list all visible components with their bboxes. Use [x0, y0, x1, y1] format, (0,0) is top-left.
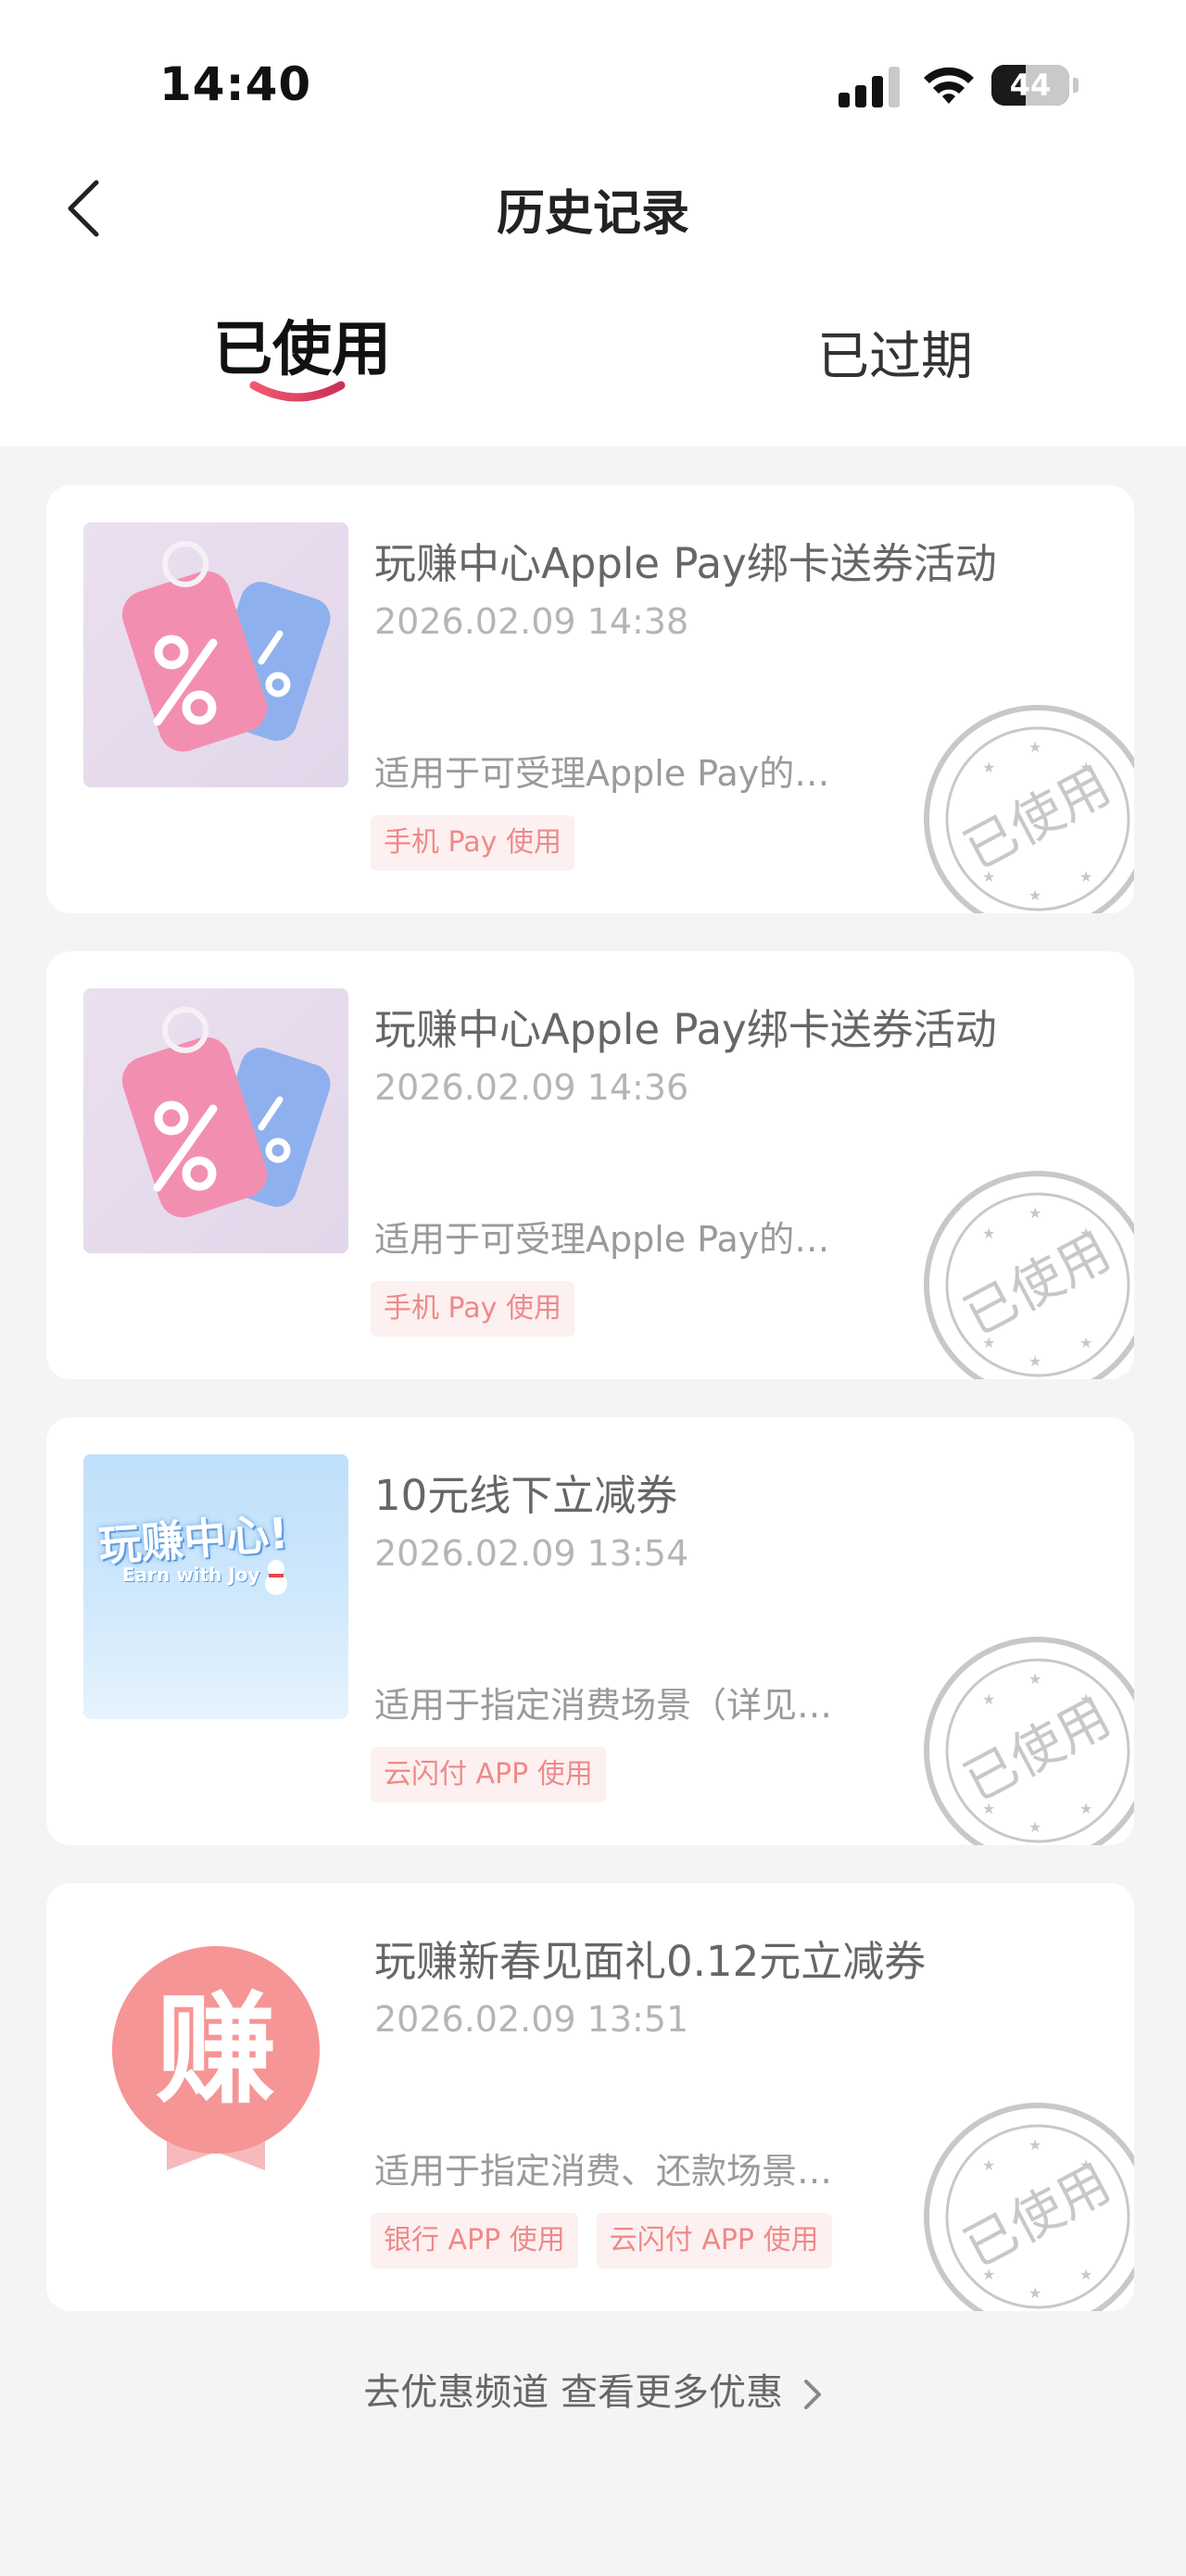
coupon-desc: 适用于指定消费、还款场景…	[374, 2151, 833, 2192]
svg-text:★: ★	[1028, 1204, 1041, 1222]
battery-icon: 44	[991, 65, 1069, 106]
earn-center-banner: 玩赚中心! Earn with Joy	[83, 1454, 348, 1719]
tab-expired[interactable]: 已过期	[817, 315, 973, 390]
coupon-card[interactable]: 赚 玩赚新春见面礼0.12元立减券 2026.02.09 13:51 适用于指定…	[46, 1883, 1134, 2311]
coupon-title: 玩赚新春见面礼0.12元立减券	[374, 1937, 927, 1986]
coupon-time: 2026.02.09 13:51	[374, 1999, 689, 2040]
cellular-signal-icon	[839, 67, 913, 107]
tab-active-indicator	[249, 381, 346, 402]
battery-level: 44	[1009, 68, 1052, 103]
stamp-text: 已使用	[954, 2153, 1120, 2279]
page-title: 历史记录	[496, 186, 689, 242]
usage-tag: 手机 Pay 使用	[371, 815, 574, 871]
used-stamp-icon: ★★ ★★★ ★ 已使用	[924, 2103, 1134, 2311]
svg-text:★: ★	[982, 759, 995, 776]
coupon-time: 2026.02.09 13:54	[374, 1533, 689, 1574]
svg-text:★: ★	[1028, 2136, 1041, 2154]
coupon-desc: 适用于可受理Apple Pay的…	[374, 1219, 830, 1260]
usage-tag: 手机 Pay 使用	[371, 1281, 574, 1337]
svg-text:★: ★	[1028, 1670, 1041, 1688]
svg-text:★: ★	[1079, 1800, 1092, 1817]
badge-char: 赚	[155, 1979, 276, 2120]
svg-text:★: ★	[1028, 2284, 1041, 2302]
status-time: 14:40	[159, 57, 312, 111]
coupon-time: 2026.02.09 14:38	[374, 601, 689, 642]
svg-text:★: ★	[1079, 1334, 1092, 1351]
discount-tag-icon	[83, 988, 348, 1253]
coupon-title: 玩赚中心Apple Pay绑卡送券活动	[374, 1005, 997, 1054]
svg-text:★: ★	[982, 1225, 995, 1242]
coupon-time: 2026.02.09 14:36	[374, 1067, 689, 1108]
tab-used[interactable]: 已使用	[213, 302, 391, 387]
used-stamp-icon: ★★ ★★★ ★ 已使用	[924, 1637, 1134, 1845]
coupon-title: 10元线下立减券	[374, 1471, 678, 1520]
coupon-desc: 适用于可受理Apple Pay的…	[374, 753, 830, 794]
usage-tag: 银行 APP 使用	[371, 2213, 578, 2268]
coupon-card[interactable]: 玩赚中心Apple Pay绑卡送券活动 2026.02.09 14:38 适用于…	[46, 485, 1134, 913]
svg-text:★: ★	[1028, 886, 1041, 904]
snowman-icon	[265, 1560, 287, 1595]
wifi-icon	[924, 67, 974, 104]
svg-text:★: ★	[982, 2156, 995, 2174]
used-stamp-icon: ★★ ★★★ ★ 已使用	[924, 705, 1134, 913]
chevron-right-icon	[803, 2380, 821, 2409]
stamp-text: 已使用	[954, 755, 1120, 881]
coupon-title: 玩赚中心Apple Pay绑卡送券活动	[374, 539, 997, 588]
banner-subtitle: Earn with Joy	[122, 1564, 260, 1586]
usage-tag: 云闪付 APP 使用	[371, 1747, 606, 1803]
usage-tag: 云闪付 APP 使用	[596, 2213, 832, 2268]
discount-tag-icon	[83, 522, 348, 787]
stamp-text: 已使用	[954, 1687, 1120, 1813]
more-offers-label: 去优惠频道 查看更多优惠	[363, 2371, 783, 2414]
coupon-card[interactable]: 玩赚中心Apple Pay绑卡送券活动 2026.02.09 14:36 适用于…	[46, 951, 1134, 1379]
svg-text:★: ★	[1079, 868, 1092, 886]
coupon-desc: 适用于指定消费场景（详见…	[374, 1685, 833, 1726]
more-offers-link[interactable]: 去优惠频道 查看更多优惠	[0, 2362, 1186, 2416]
svg-text:★: ★	[1028, 1352, 1041, 1370]
used-stamp-icon: ★★ ★★★ ★ 已使用	[924, 1171, 1134, 1379]
coupon-card[interactable]: 玩赚中心! Earn with Joy 10元线下立减券 2026.02.09 …	[46, 1417, 1134, 1845]
svg-text:★: ★	[1079, 2266, 1092, 2283]
svg-text:★: ★	[982, 1690, 995, 1708]
earn-badge-icon: 赚	[83, 1920, 348, 2185]
stamp-text: 已使用	[954, 1221, 1120, 1347]
svg-text:★: ★	[1028, 738, 1041, 756]
battery-tip	[1073, 78, 1079, 93]
svg-text:★: ★	[1028, 1818, 1041, 1836]
